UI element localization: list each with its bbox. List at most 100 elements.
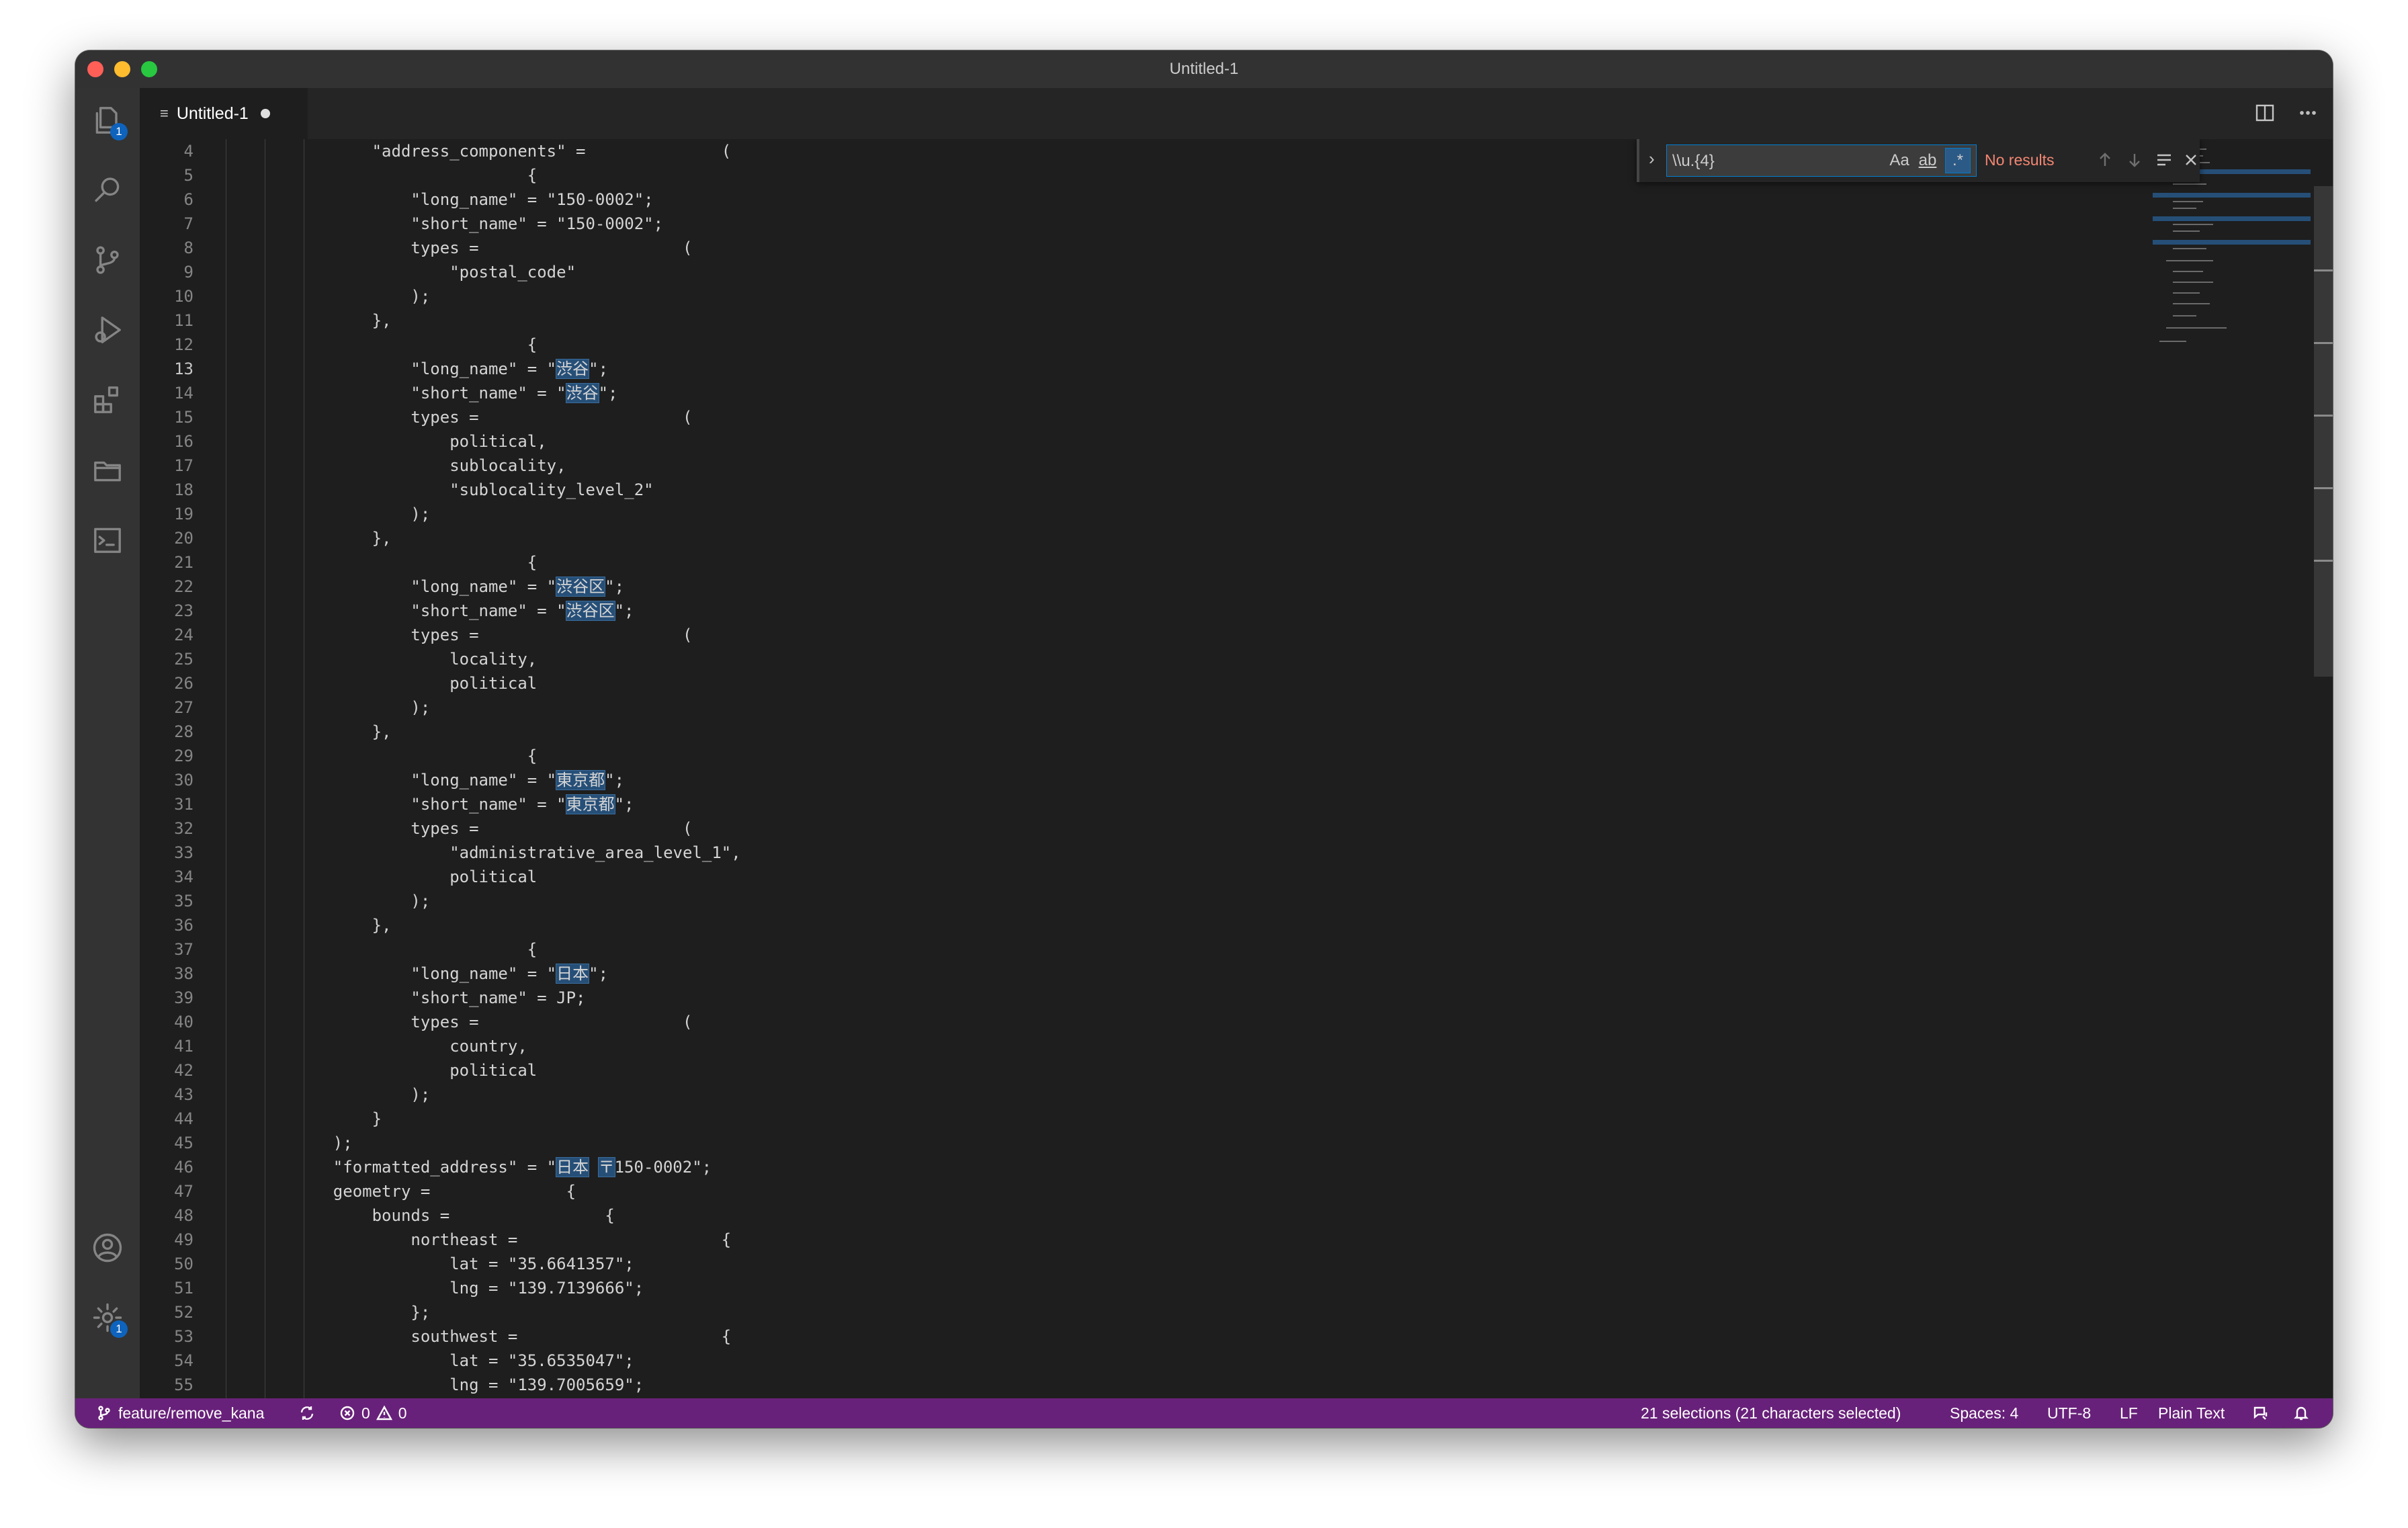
line-number[interactable]: 38 [140,962,195,986]
terminal-button[interactable] [75,507,140,572]
code-line[interactable]: "short_name" = "渋谷"; [294,381,741,405]
line-number[interactable]: 54 [140,1349,195,1373]
line-number[interactable]: 47 [140,1179,195,1203]
line-number[interactable]: 40 [140,1010,195,1034]
line-number[interactable]: 8 [140,236,195,260]
code-line[interactable]: northeast = { [294,1228,741,1252]
line-number[interactable]: 16 [140,429,195,454]
code-line[interactable]: types = ( [294,623,741,647]
search-button[interactable] [75,158,140,222]
line-number[interactable]: 30 [140,768,195,792]
code-line[interactable]: }, [294,308,741,333]
line-number[interactable]: 32 [140,816,195,841]
code-line[interactable]: { [294,333,741,357]
code-line[interactable]: } [294,1107,741,1131]
notifications-button[interactable] [2292,1398,2310,1428]
code-line[interactable]: sublocality, [294,454,741,478]
code-line[interactable]: ); [294,1131,741,1155]
unsaved-dot-icon[interactable] [260,109,270,118]
problems-indicator[interactable]: 0 0 [339,1398,407,1428]
explorer-button[interactable]: 1 [75,88,140,153]
code-line[interactable]: southwest = { [294,1324,741,1349]
accounts-button[interactable] [75,1216,140,1280]
code-line[interactable]: }, [294,720,741,744]
close-window-button[interactable] [87,61,103,77]
code-line[interactable]: ); [294,502,741,526]
code-line[interactable]: ); [294,695,741,720]
vertical-scrollbar[interactable] [2314,186,2333,677]
tab-untitled-1[interactable]: ≡ Untitled-1 [140,88,308,139]
extensions-button[interactable] [75,368,140,432]
code-line[interactable]: ); [294,889,741,913]
language-mode-status[interactable]: Plain Text [2158,1398,2225,1428]
split-editor-icon[interactable] [2253,101,2276,124]
line-number[interactable]: 50 [140,1252,195,1276]
code-line[interactable]: "long_name" = "渋谷"; [294,357,741,381]
code-line[interactable]: { [294,550,741,575]
code-line[interactable]: types = ( [294,236,741,260]
line-number[interactable]: 5 [140,163,195,187]
feedback-button[interactable] [2252,1398,2270,1428]
line-number[interactable]: 10 [140,284,195,308]
sync-button[interactable] [298,1398,316,1428]
code-line[interactable]: lng = "139.7139666"; [294,1276,741,1300]
code-line[interactable]: "short_name" = "東京都"; [294,792,741,816]
previous-match-icon[interactable] [2095,150,2115,170]
code-line[interactable]: }, [294,913,741,937]
line-number[interactable]: 28 [140,720,195,744]
line-number[interactable]: 34 [140,865,195,889]
line-number[interactable]: 49 [140,1228,195,1252]
code-line[interactable]: lat = "35.6535047"; [294,1349,741,1373]
line-number[interactable]: 11 [140,308,195,333]
more-actions-icon[interactable] [2296,101,2319,124]
code-line[interactable]: { [294,163,741,187]
line-number[interactable]: 15 [140,405,195,429]
code-line[interactable]: types = ( [294,816,741,841]
code-line[interactable]: bounds = { [294,1203,741,1228]
line-number[interactable]: 9 [140,260,195,284]
line-number[interactable]: 18 [140,478,195,502]
code-line[interactable]: "postal_code" [294,260,741,284]
line-number[interactable]: 29 [140,744,195,768]
line-number[interactable]: 7 [140,212,195,236]
line-number[interactable]: 42 [140,1058,195,1083]
line-number[interactable]: 48 [140,1203,195,1228]
line-number[interactable]: 23 [140,599,195,623]
line-number[interactable]: 24 [140,623,195,647]
whole-word-toggle[interactable]: ab [1916,151,1940,171]
code-line[interactable]: political [294,865,741,889]
manage-button[interactable]: 1 [75,1285,140,1350]
line-number[interactable]: 37 [140,937,195,962]
code-line[interactable]: types = ( [294,405,741,429]
line-number[interactable]: 45 [140,1131,195,1155]
line-number[interactable]: 33 [140,841,195,865]
close-find-icon[interactable] [2181,150,2201,170]
code-line[interactable]: "long_name" = "渋谷区"; [294,575,741,599]
line-number[interactable]: 36 [140,913,195,937]
regex-toggle[interactable]: .* [1945,148,1971,173]
line-number[interactable]: 27 [140,695,195,720]
line-number[interactable]: 13 [140,357,195,381]
match-case-toggle[interactable]: Aa [1889,151,1910,171]
branch-indicator[interactable]: feature/remove_kana [95,1398,264,1428]
code-line[interactable]: types = ( [294,1010,741,1034]
line-number[interactable]: 53 [140,1324,195,1349]
code-line[interactable]: political [294,671,741,695]
line-number[interactable]: 51 [140,1276,195,1300]
eol-status[interactable]: LF [2120,1398,2138,1428]
code-line[interactable]: political [294,1058,741,1083]
code-line[interactable]: "long_name" = "東京都"; [294,768,741,792]
line-number[interactable]: 12 [140,333,195,357]
code-line[interactable]: lat = "35.6641357"; [294,1252,741,1276]
line-number[interactable]: 52 [140,1300,195,1324]
code-lines[interactable]: "address_components" = ( { "long_name" =… [294,139,741,1397]
indentation-status[interactable]: Spaces: 4 [1950,1398,2018,1428]
editor-area[interactable]: 4 5 6 7 8 9 10 11 12 13 14 15 16 17 18 19 20 21 22 23 24 25 26… [140,139,2333,1398]
code-line[interactable]: ); [294,284,741,308]
code-line[interactable]: country, [294,1034,741,1058]
code-line[interactable]: "short_name" = JP; [294,986,741,1010]
source-control-button[interactable] [75,228,140,292]
code-line[interactable]: lng = "139.7005659"; [294,1373,741,1397]
code-line[interactable]: geometry = { [294,1179,741,1203]
code-line[interactable]: { [294,937,741,962]
